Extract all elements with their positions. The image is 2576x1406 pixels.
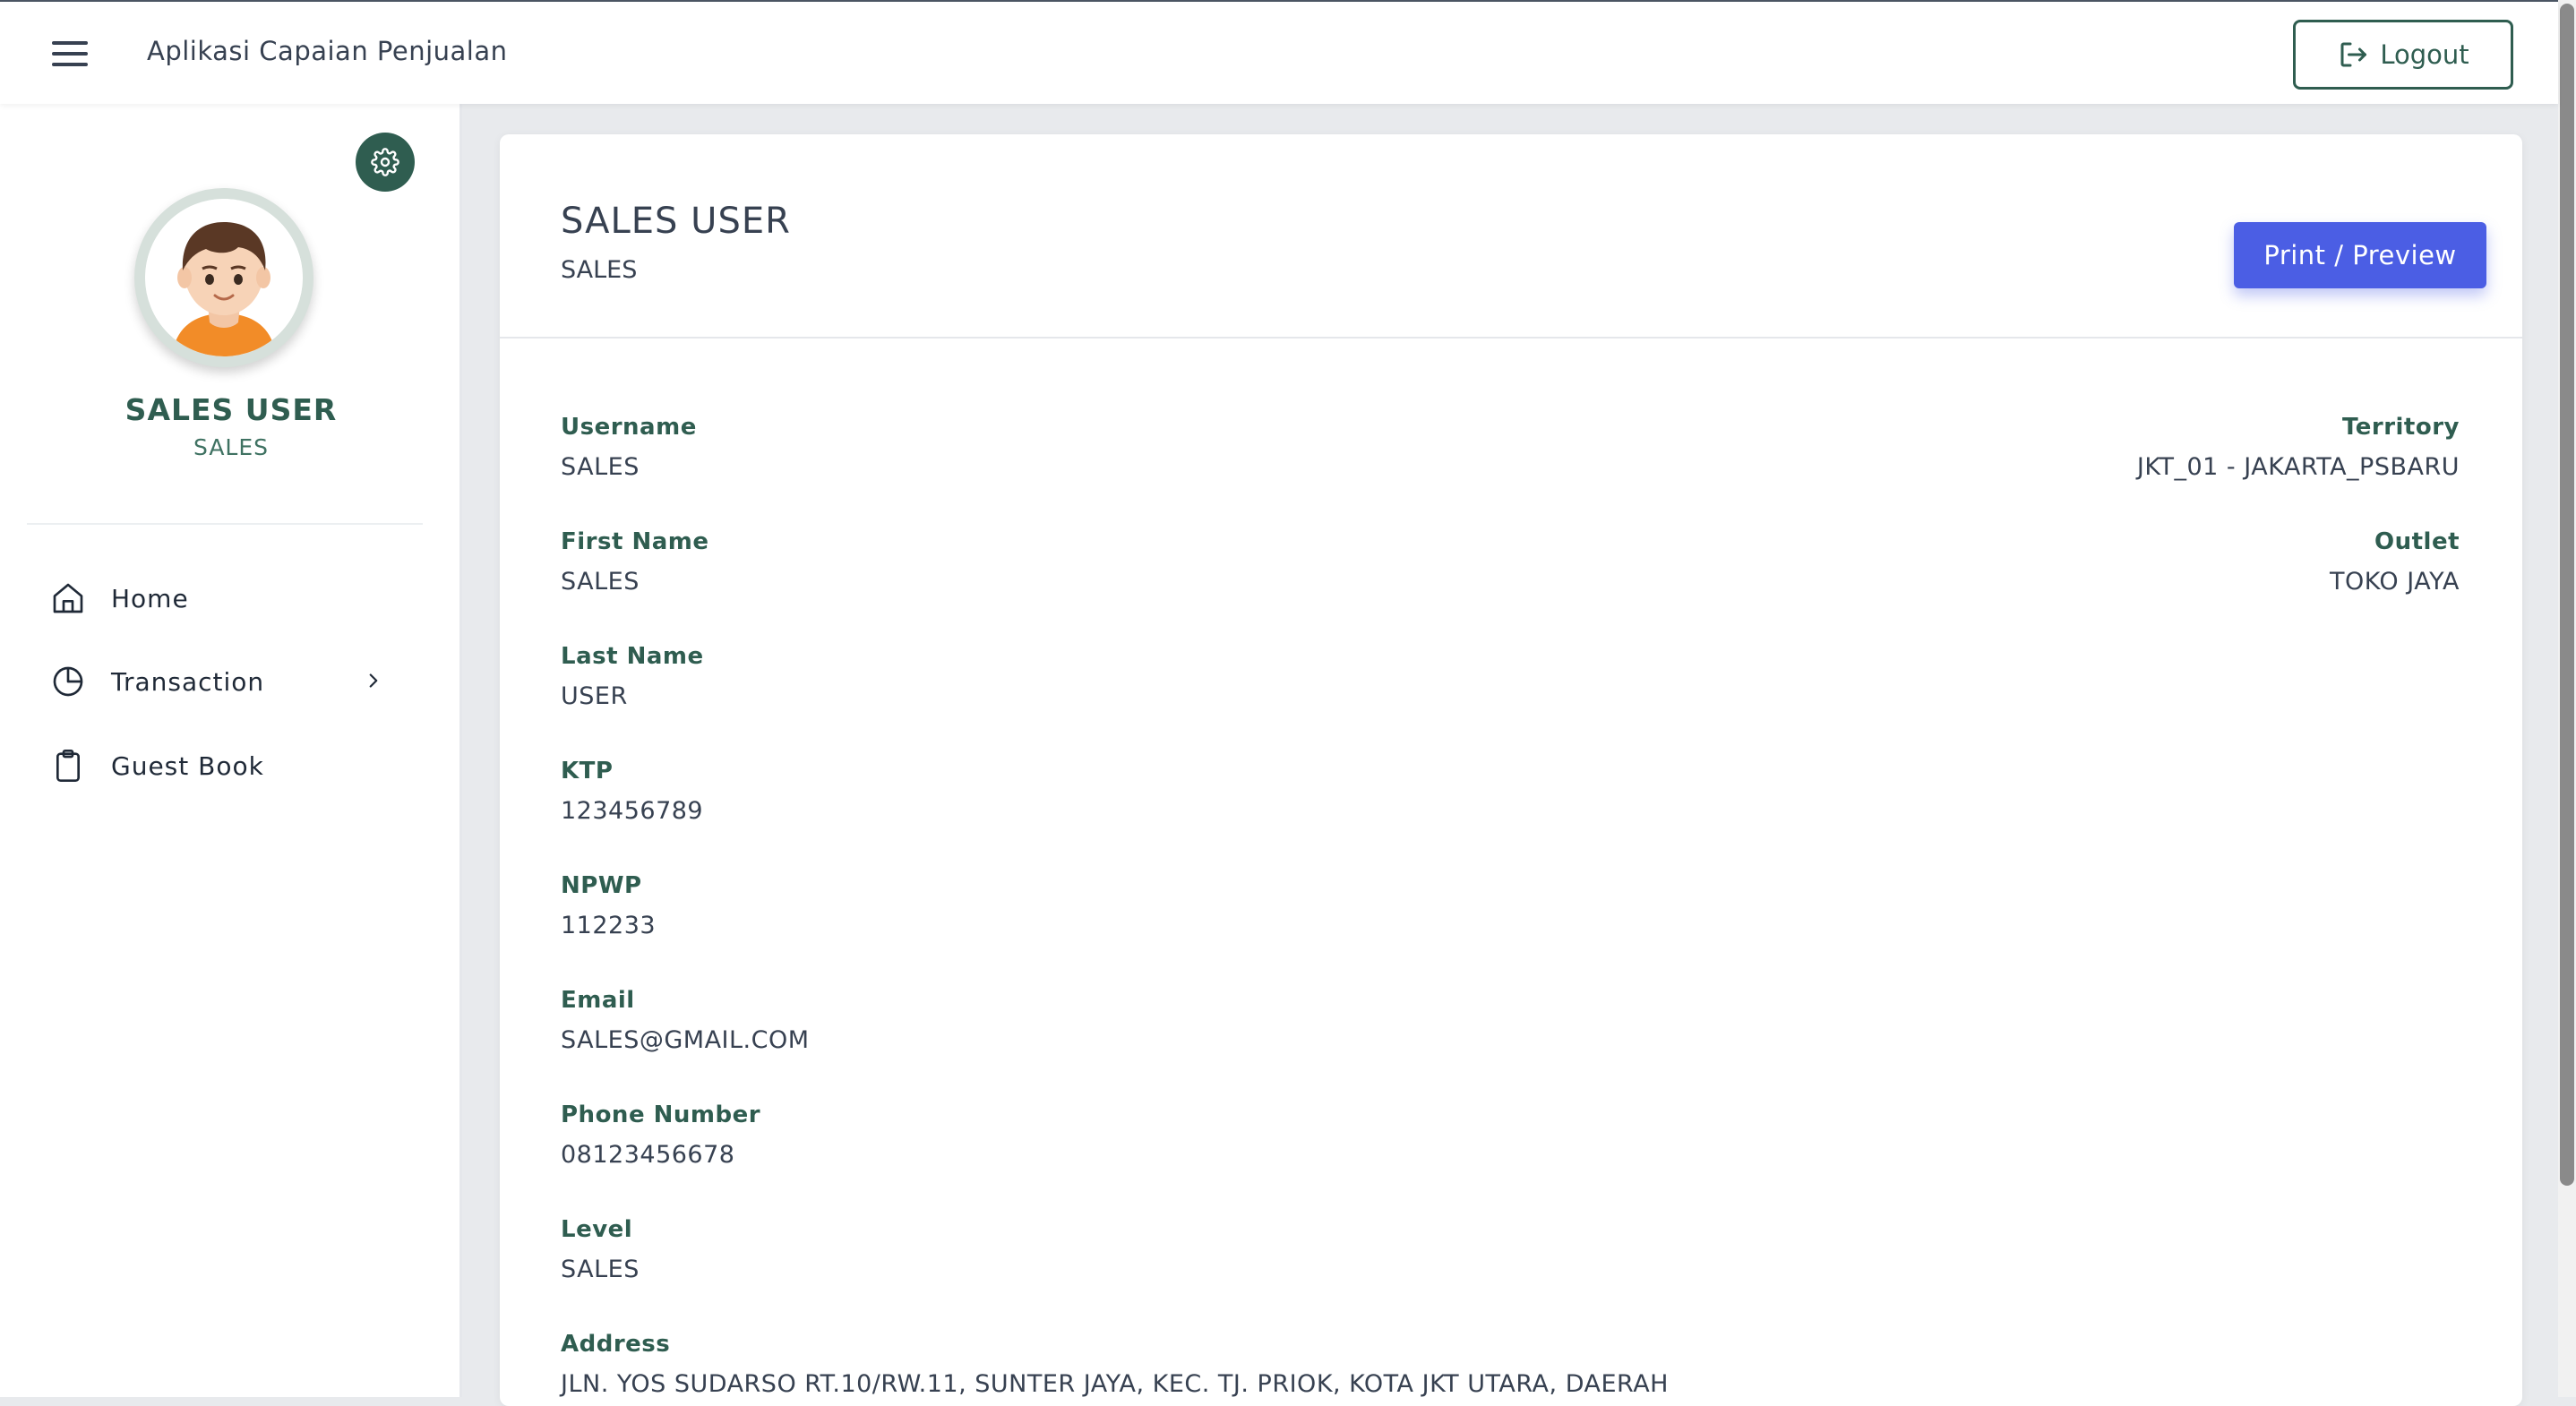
settings-button[interactable] xyxy=(356,133,415,192)
top-bar: Aplikasi Capaian Penjualan Logout xyxy=(0,0,2558,104)
sidebar-item-guest-book[interactable]: Guest Book xyxy=(48,739,407,793)
sidebar-item-label: Transaction xyxy=(111,666,265,697)
field-address: Address JLN. YOS SUDARSO RT.10/RW.11, SU… xyxy=(561,1331,1669,1398)
field-value: USER xyxy=(561,682,628,710)
sidebar-item-label: Guest Book xyxy=(111,750,264,781)
app-title: Aplikasi Capaian Penjualan xyxy=(147,36,508,66)
field-label: Phone Number xyxy=(561,1102,761,1128)
scrollbar-thumb[interactable] xyxy=(2560,4,2574,1186)
field-value: 123456789 xyxy=(561,797,704,825)
field-value: SALES xyxy=(561,453,640,481)
avatar xyxy=(134,188,313,367)
page-subtitle: SALES xyxy=(561,256,638,284)
field-outlet: Outlet TOKO JAYA xyxy=(2330,528,2460,596)
profile-name: SALES USER xyxy=(125,392,338,427)
field-value: 112233 xyxy=(561,912,657,939)
field-label: Level xyxy=(561,1216,633,1243)
sidebar-item-label: Home xyxy=(111,583,189,613)
field-npwp: NPWP 112233 xyxy=(561,872,656,939)
logout-icon xyxy=(2340,42,2367,67)
field-value: TOKO JAYA xyxy=(2329,568,2460,596)
field-first-name: First Name SALES xyxy=(561,528,708,596)
gear-icon xyxy=(371,148,399,176)
card-divider xyxy=(500,337,2522,339)
clipboard-icon xyxy=(48,746,88,785)
logout-button[interactable]: Logout xyxy=(2293,20,2513,90)
sidebar-item-home[interactable]: Home xyxy=(48,571,407,625)
page-scrollbar[interactable] xyxy=(2558,0,2576,1397)
pie-chart-icon xyxy=(48,662,88,701)
field-label: Territory xyxy=(2341,414,2460,441)
field-label: Outlet xyxy=(2374,528,2460,555)
print-preview-button[interactable]: Print / Preview xyxy=(2234,222,2486,288)
field-label: NPWP xyxy=(561,872,642,899)
profile-role: SALES xyxy=(193,434,270,460)
field-value: SALES@GMAIL.COM xyxy=(561,1026,810,1054)
field-level: Level SALES xyxy=(561,1216,640,1283)
field-ktp: KTP 123456789 xyxy=(561,758,703,825)
logout-label: Logout xyxy=(2380,39,2469,70)
field-value: SALES xyxy=(561,1256,640,1283)
hamburger-menu-icon[interactable] xyxy=(52,41,88,70)
field-label: Email xyxy=(561,987,635,1014)
field-label: Username xyxy=(561,414,697,441)
sidebar-item-transaction[interactable]: Transaction xyxy=(48,655,407,708)
home-icon xyxy=(48,579,88,618)
field-label: Last Name xyxy=(561,643,704,670)
field-username: Username SALES xyxy=(561,414,697,481)
field-value: JKT_01 - JAKARTA_PSBARU xyxy=(2136,453,2460,481)
sidebar: SALES USER SALES Home Transaction Guest … xyxy=(0,104,462,1397)
chevron-right-icon xyxy=(362,669,385,696)
field-label: KTP xyxy=(561,758,614,784)
field-last-name: Last Name USER xyxy=(561,643,704,710)
page-title: SALES USER xyxy=(561,201,791,242)
field-label: First Name xyxy=(561,528,709,555)
field-territory: Territory JKT_01 - JAKARTA_PSBARU xyxy=(2137,414,2460,481)
field-phone-number: Phone Number 08123456678 xyxy=(561,1102,760,1169)
avatar-illustration-icon xyxy=(145,199,303,356)
profile-card: SALES USER SALES Print / Preview Usernam… xyxy=(500,134,2522,1406)
field-value: SALES xyxy=(561,568,640,596)
field-value: JLN. YOS SUDARSO RT.10/RW.11, SUNTER JAY… xyxy=(561,1370,1669,1398)
field-email: Email SALES@GMAIL.COM xyxy=(561,987,810,1054)
sidebar-divider xyxy=(27,523,423,525)
field-label: Address xyxy=(561,1331,671,1358)
field-value: 08123456678 xyxy=(561,1141,735,1169)
